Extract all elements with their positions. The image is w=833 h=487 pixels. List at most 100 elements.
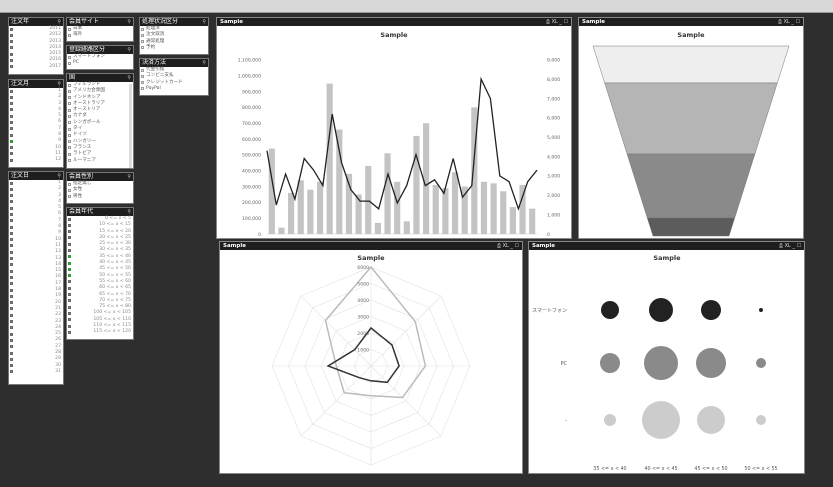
checkbox-icon[interactable] <box>10 250 13 254</box>
panel-controls[interactable]: ⎙ XL _ ☐ <box>779 242 801 250</box>
checkbox-icon[interactable] <box>68 261 71 265</box>
checkbox-icon[interactable] <box>10 231 13 235</box>
search-icon[interactable]: ⚲ <box>57 172 61 180</box>
checkbox-icon[interactable] <box>68 27 71 31</box>
checkbox-icon[interactable] <box>10 288 13 292</box>
checkbox-icon[interactable] <box>10 307 13 311</box>
listbox-country[interactable]: 国 ⚲ フィルランド アメリカ合衆国 インドネシア オーストラリア オーストリア カナダ シン… <box>66 73 134 169</box>
checkbox-icon[interactable] <box>68 248 71 252</box>
checkbox-icon[interactable] <box>68 140 71 144</box>
checkbox-icon[interactable] <box>10 194 13 198</box>
checkbox-icon[interactable] <box>68 133 71 137</box>
listbox-registration-route[interactable]: 登録経路区分 ⚲ スマートフォン PC <box>66 45 134 70</box>
search-icon[interactable]: ⚲ <box>57 18 61 26</box>
checkbox-icon[interactable] <box>68 188 71 192</box>
checkbox-icon[interactable] <box>68 159 71 163</box>
checkbox-icon[interactable] <box>10 95 13 99</box>
checkbox-icon[interactable] <box>68 121 71 125</box>
checkbox-icon[interactable] <box>10 301 13 305</box>
list-item[interactable]: 115 <= x < 120 <box>67 329 133 335</box>
checkbox-icon[interactable] <box>10 212 13 216</box>
checkbox-icon[interactable] <box>10 33 13 37</box>
checkbox-icon[interactable] <box>68 280 71 284</box>
checkbox-icon[interactable] <box>68 330 71 334</box>
checkbox-icon[interactable] <box>68 305 71 309</box>
checkbox-icon[interactable] <box>10 364 13 368</box>
checkbox-icon[interactable] <box>10 46 13 50</box>
checkbox-icon[interactable] <box>10 127 13 131</box>
checkbox-icon[interactable] <box>68 299 71 303</box>
checkbox-icon[interactable] <box>10 200 13 204</box>
listbox-order-month[interactable]: 注文月 ⚲ 1 2 3 4 5 6 7 8 9 10 11 12 <box>8 79 64 168</box>
checkbox-icon[interactable] <box>10 152 13 156</box>
checkbox-icon[interactable] <box>10 320 13 324</box>
checkbox-icon[interactable] <box>141 27 144 31</box>
search-icon[interactable]: ⚲ <box>202 18 206 26</box>
checkbox-icon[interactable] <box>10 65 13 69</box>
checkbox-icon[interactable] <box>10 326 13 330</box>
checkbox-icon[interactable] <box>10 139 13 143</box>
checkbox-icon[interactable] <box>10 52 13 56</box>
checkbox-icon[interactable] <box>10 40 13 44</box>
checkbox-icon[interactable] <box>10 114 13 118</box>
checkbox-icon[interactable] <box>68 195 71 199</box>
checkbox-icon[interactable] <box>10 219 13 223</box>
checkbox-icon[interactable] <box>68 152 71 156</box>
checkbox-icon[interactable] <box>68 293 71 297</box>
checkbox-icon[interactable] <box>141 46 144 50</box>
listbox-order-day[interactable]: 注文日 ⚲ 1 2 3 4 5 6 7 8 9 10 11 12 13 14 15 16 17 18 19 20 21 22… <box>8 171 64 385</box>
checkbox-icon[interactable] <box>68 223 71 227</box>
listbox-member-site[interactable]: 会員サイト ⚲ 日本 海外 <box>66 17 134 42</box>
checkbox-icon[interactable] <box>10 133 13 137</box>
checkbox-icon[interactable] <box>68 108 71 112</box>
search-icon[interactable]: ⚲ <box>57 80 61 88</box>
checkbox-icon[interactable] <box>10 238 13 242</box>
checkbox-icon[interactable] <box>141 81 144 85</box>
search-icon[interactable]: ⚲ <box>127 74 131 82</box>
checkbox-icon[interactable] <box>10 181 13 185</box>
list-item[interactable]: PayPal <box>140 86 208 92</box>
checkbox-icon[interactable] <box>10 89 13 93</box>
checkbox-icon[interactable] <box>68 89 71 93</box>
checkbox-icon[interactable] <box>141 68 144 72</box>
checkbox-icon[interactable] <box>68 182 71 186</box>
checkbox-icon[interactable] <box>68 236 71 240</box>
checkbox-icon[interactable] <box>68 267 71 271</box>
search-icon[interactable]: ⚲ <box>127 173 131 181</box>
checkbox-icon[interactable] <box>10 27 13 31</box>
checkbox-icon[interactable] <box>68 114 71 118</box>
checkbox-icon[interactable] <box>68 55 71 59</box>
checkbox-icon[interactable] <box>68 96 71 100</box>
list-item[interactable]: 2017 <box>9 64 63 70</box>
checkbox-icon[interactable] <box>10 120 13 124</box>
checkbox-icon[interactable] <box>10 102 13 106</box>
checkbox-icon[interactable] <box>68 83 71 87</box>
checkbox-icon[interactable] <box>68 217 71 221</box>
checkbox-icon[interactable] <box>10 338 13 342</box>
list-item[interactable]: PC <box>67 60 133 66</box>
checkbox-icon[interactable] <box>10 357 13 361</box>
list-item[interactable]: 海外 <box>67 32 133 38</box>
checkbox-icon[interactable] <box>68 274 71 278</box>
panel-controls[interactable]: ⎙ XL _ ☐ <box>497 242 519 250</box>
checkbox-icon[interactable] <box>10 294 13 298</box>
checkbox-icon[interactable] <box>10 275 13 279</box>
checkbox-icon[interactable] <box>68 286 71 290</box>
checkbox-icon[interactable] <box>141 40 144 44</box>
checkbox-icon[interactable] <box>141 33 144 37</box>
checkbox-icon[interactable] <box>141 74 144 78</box>
checkbox-icon[interactable] <box>68 61 71 65</box>
checkbox-icon[interactable] <box>68 255 71 259</box>
checkbox-icon[interactable] <box>10 206 13 210</box>
checkbox-icon[interactable] <box>10 108 13 112</box>
checkbox-icon[interactable] <box>10 146 13 150</box>
checkbox-icon[interactable] <box>68 242 71 246</box>
checkbox-icon[interactable] <box>10 282 13 286</box>
scrollbar[interactable] <box>129 84 132 168</box>
listbox-member-age[interactable]: 会員年代 ⚲ 0 <= x < 5 10 <= x < 15 15 <= x < 20… <box>66 207 134 340</box>
checkbox-icon[interactable] <box>68 324 71 328</box>
checkbox-icon[interactable] <box>68 127 71 131</box>
listbox-order-year[interactable]: 注文年 ⚲ 2011 2012 2013 2014 2015 2016 2017 <box>8 17 64 75</box>
checkbox-icon[interactable] <box>10 58 13 62</box>
checkbox-icon[interactable] <box>68 230 71 234</box>
